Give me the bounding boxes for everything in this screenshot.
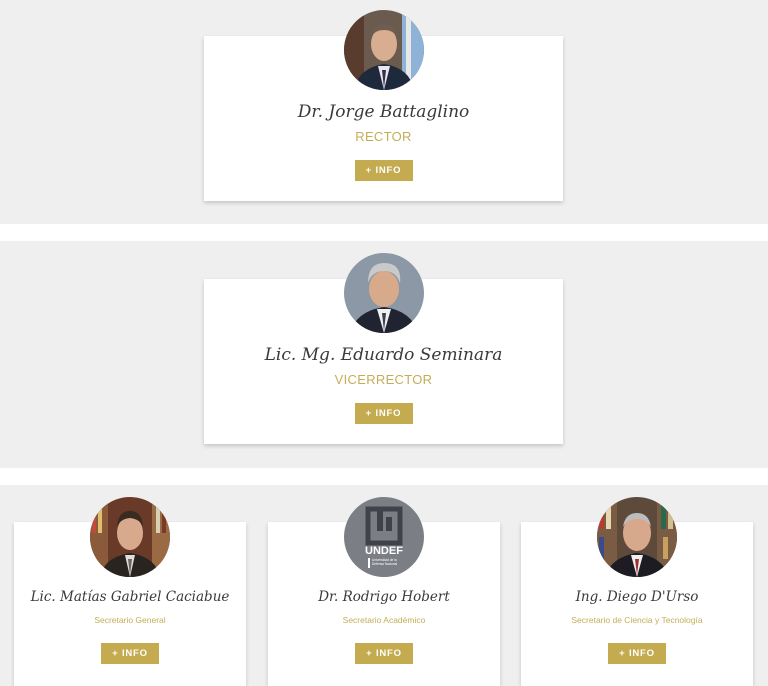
authority-card-rector: Dr. Jorge Battaglino RECTOR + INFO: [204, 10, 563, 201]
authority-role: Secretario General: [94, 615, 166, 625]
info-button[interactable]: + INFO: [354, 160, 413, 181]
authority-name: Ing. Diego D'Urso: [575, 589, 699, 605]
authority-name: Dr. Jorge Battaglino: [297, 102, 470, 122]
avatar: [343, 253, 424, 333]
info-button[interactable]: + INFO: [608, 643, 666, 664]
authority-card-secretario-academico: UNDEF Universidad de la Defensa Nacional…: [268, 497, 500, 686]
authority-card-secretario-general: Lic. Matías Gabriel Caciabue Secretario …: [14, 497, 246, 686]
authority-name: Lic. Mg. Eduardo Seminara: [264, 345, 503, 365]
avatar: [343, 10, 424, 90]
avatar: [597, 497, 677, 577]
authority-role: Secretario Académico: [342, 615, 426, 625]
avatar: [90, 497, 170, 577]
logo-text: UNDEF: [365, 545, 403, 557]
authority-name: Lic. Matías Gabriel Caciabue: [30, 589, 230, 605]
info-button[interactable]: + INFO: [354, 403, 413, 424]
authority-name: Dr. Rodrigo Hobert: [318, 589, 450, 605]
authority-card-vicerrector: Lic. Mg. Eduardo Seminara VICERRECTOR + …: [204, 253, 563, 444]
authority-role: Secretario de Ciencia y Tecnología: [571, 615, 703, 625]
undef-logo-icon: UNDEF Universidad de la Defensa Nacional: [344, 497, 424, 577]
authority-card-secretario-ciencia: Ing. Diego D'Urso Secretario de Ciencia …: [521, 497, 753, 686]
authority-role: VICERRECTOR: [334, 372, 433, 387]
info-button[interactable]: + INFO: [355, 643, 413, 664]
svg-text:Defensa Nacional: Defensa Nacional: [372, 562, 397, 566]
authority-role: RECTOR: [355, 129, 412, 144]
info-button[interactable]: + INFO: [101, 643, 159, 664]
